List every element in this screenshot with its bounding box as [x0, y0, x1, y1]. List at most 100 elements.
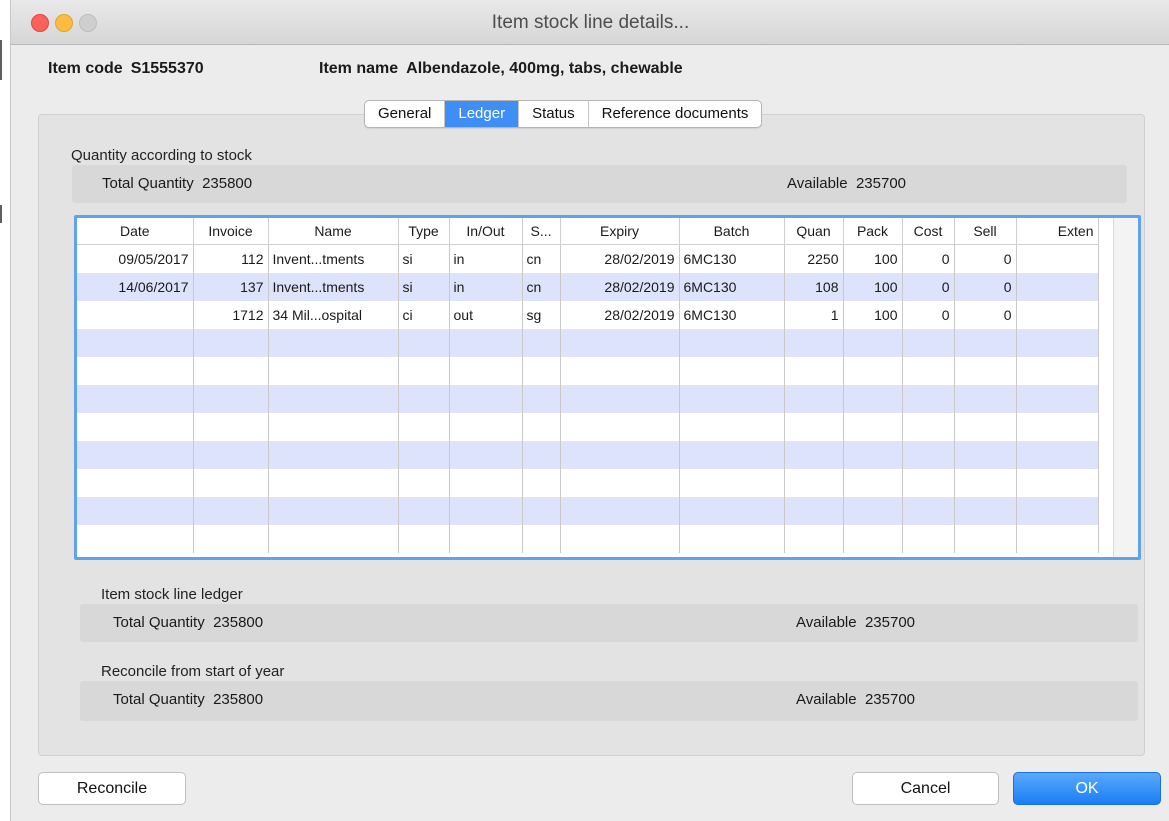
table-row[interactable]: 09/05/2017 112 Invent...tments si in cn 28/02/…	[77, 244, 1099, 273]
table-cell: si	[398, 273, 450, 301]
table-cell	[268, 525, 399, 553]
table-cell	[522, 525, 561, 553]
table-cell	[449, 497, 523, 525]
table-cell	[954, 525, 1017, 553]
tab-ledger[interactable]: Ledger	[445, 101, 520, 127]
item-code-value: S1555370	[130, 60, 204, 77]
table-cell: 112	[193, 244, 269, 273]
column-header-quantity[interactable]: Quan	[784, 218, 844, 245]
table-cell	[1016, 329, 1099, 357]
table-cell	[843, 413, 903, 441]
table-cell	[449, 469, 523, 497]
table-cell	[902, 441, 955, 469]
column-header-invoice[interactable]: Invoice	[193, 218, 269, 245]
table-cell: 28/02/2019	[560, 273, 680, 301]
empty-table-row[interactable]	[77, 329, 1099, 357]
table-cell: si	[398, 244, 450, 273]
reconcile-button[interactable]: Reconcile	[38, 772, 186, 805]
table-cell	[522, 329, 561, 357]
table-cell	[398, 385, 450, 413]
reconcile-available-label: Available	[796, 691, 857, 708]
table-cell	[1016, 497, 1099, 525]
ledger-table[interactable]: Date Invoice Name Type In/Out S... Expir…	[74, 215, 1141, 560]
ledger-available: Available 235700	[796, 614, 915, 631]
cancel-button[interactable]: Cancel	[852, 772, 999, 805]
empty-table-row[interactable]	[77, 357, 1099, 385]
table-cell: in	[449, 244, 523, 273]
table-cell	[77, 413, 194, 441]
column-header-cost[interactable]: Cost	[902, 218, 955, 245]
column-header-date[interactable]: Date	[77, 218, 194, 245]
table-cell	[449, 413, 523, 441]
empty-table-row[interactable]	[77, 525, 1099, 553]
table-cell	[560, 441, 680, 469]
table-cell: 1	[784, 301, 844, 329]
table-cell: 1712	[193, 301, 269, 329]
table-cell	[193, 525, 269, 553]
table-cell: 6MC130	[679, 244, 785, 273]
table-cell	[784, 357, 844, 385]
column-header-name[interactable]: Name	[268, 218, 399, 245]
column-header-status[interactable]: S...	[522, 218, 561, 245]
ledger-grid: Date Invoice Name Type In/Out S... Expir…	[77, 218, 1099, 553]
table-cell	[843, 441, 903, 469]
table-cell	[77, 385, 194, 413]
edge-mark	[0, 40, 2, 80]
table-cell	[560, 525, 680, 553]
table-cell	[902, 413, 955, 441]
empty-table-row[interactable]	[77, 413, 1099, 441]
table-cell	[954, 469, 1017, 497]
empty-table-row[interactable]	[77, 469, 1099, 497]
ok-button[interactable]: OK	[1013, 772, 1161, 805]
stock-available-label: Available	[787, 175, 848, 192]
table-cell	[268, 441, 399, 469]
table-cell: sg	[522, 301, 561, 329]
table-cell	[193, 357, 269, 385]
table-cell: 14/06/2017	[77, 273, 194, 301]
table-cell	[193, 413, 269, 441]
table-cell	[784, 441, 844, 469]
table-cell	[1016, 441, 1099, 469]
tab-general[interactable]: General	[365, 101, 446, 127]
title-bar[interactable]: Item stock line details...	[11, 0, 1169, 45]
table-cell	[560, 497, 680, 525]
table-cell: cn	[522, 244, 561, 273]
table-cell	[77, 329, 194, 357]
item-name-label: Item name	[319, 60, 399, 77]
table-cell	[784, 469, 844, 497]
tab-status[interactable]: Status	[519, 101, 589, 127]
vertical-scrollbar[interactable]	[1113, 218, 1138, 557]
column-header-type[interactable]: Type	[398, 218, 450, 245]
table-cell: 0	[902, 244, 955, 273]
table-cell: 28/02/2019	[560, 301, 680, 329]
stock-total-value: 235800	[202, 175, 253, 192]
table-row[interactable]: 14/06/2017 137 Invent...tments si in cn 28/02/…	[77, 273, 1099, 301]
column-header-expiry[interactable]: Expiry	[560, 218, 680, 245]
table-cell	[522, 497, 561, 525]
column-header-extension[interactable]: Exten	[1016, 218, 1099, 245]
empty-table-row[interactable]	[77, 385, 1099, 413]
column-header-in-out[interactable]: In/Out	[449, 218, 523, 245]
table-cell	[1016, 413, 1099, 441]
table-cell	[1016, 244, 1099, 273]
column-header-pack[interactable]: Pack	[843, 218, 903, 245]
table-cell	[77, 469, 194, 497]
empty-table-row[interactable]	[77, 441, 1099, 469]
table-cell: Invent...tments	[268, 273, 399, 301]
table-cell	[843, 357, 903, 385]
reconcile-quantity-box: Total Quantity 235800 Available 235700	[80, 681, 1138, 721]
tab-reference-documents[interactable]: Reference documents	[589, 101, 762, 127]
table-row[interactable]: 1712 34 Mil...ospital ci out sg 28/02/2019 6MC…	[77, 301, 1099, 329]
column-header-batch[interactable]: Batch	[679, 218, 785, 245]
ledger-available-value: 235700	[864, 614, 916, 631]
table-cell	[843, 525, 903, 553]
empty-table-row[interactable]	[77, 497, 1099, 525]
column-header-sell[interactable]: Sell	[954, 218, 1017, 245]
table-cell	[268, 469, 399, 497]
table-cell	[522, 385, 561, 413]
table-cell	[902, 385, 955, 413]
table-body: 09/05/2017 112 Invent...tments si in cn 28/02/…	[77, 244, 1099, 553]
stock-section-title: Quantity according to stock	[71, 147, 252, 164]
table-cell	[560, 413, 680, 441]
table-cell: 108	[784, 273, 844, 301]
